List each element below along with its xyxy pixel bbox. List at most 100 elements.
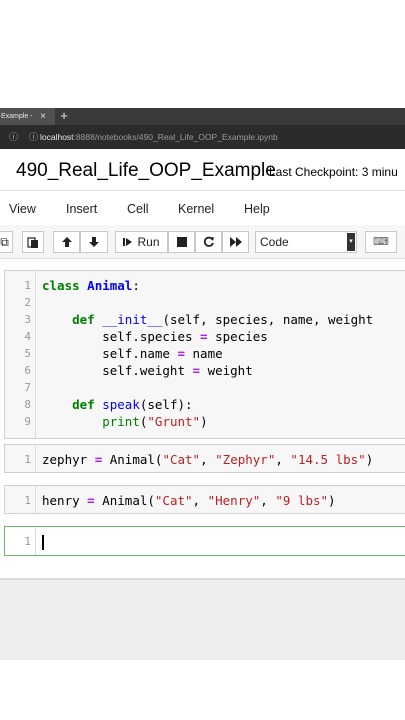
code-token: Animal(	[94, 493, 155, 508]
arrow-up-icon	[61, 237, 72, 247]
line-number: 8	[24, 398, 31, 411]
code-cell[interactable]: 1 2 3 4 5 6 7 8 9 class Animal: def __init__(self…	[4, 270, 405, 439]
code-token: "Zephyr"	[215, 452, 276, 467]
command-palette-button[interactable]: ⌨	[365, 231, 397, 253]
code-token: name	[185, 346, 223, 361]
run-button-label: Run	[137, 235, 160, 249]
stop-icon	[176, 237, 187, 247]
info-icon[interactable]: ⓘ	[9, 131, 19, 143]
restart-icon	[203, 236, 214, 247]
new-tab-icon[interactable]: +	[58, 108, 70, 125]
code-token: "Cat"	[154, 493, 193, 508]
line-number: 1	[24, 494, 31, 507]
code-token: zephyr	[42, 452, 95, 467]
code-cell[interactable]: 1 zephyr = Animal("Cat", "Zephyr", "14.5 …	[4, 444, 405, 473]
code-token: (self):	[139, 397, 193, 412]
code-token: =	[87, 493, 95, 508]
page-footer-area	[0, 660, 405, 720]
code-token: "14.5 lbs"	[290, 452, 366, 467]
checkpoint-status: Last Checkpoint: 3 minu	[269, 165, 398, 179]
paste-button[interactable]	[22, 231, 44, 253]
line-number: 7	[24, 381, 31, 394]
code-token: "Cat"	[162, 452, 201, 467]
code-token: )	[365, 452, 374, 467]
code-token: )	[200, 414, 208, 429]
line-number: 1	[24, 279, 31, 292]
code-token: species	[207, 329, 268, 344]
line-number: 3	[24, 313, 31, 326]
cell-type-select[interactable]: Code	[255, 231, 357, 253]
site-info-icon[interactable]: ⓘ	[29, 131, 39, 143]
notebook-title[interactable]: 490_Real_Life_OOP_Example	[16, 160, 276, 182]
menu-kernel[interactable]: Kernel	[178, 202, 214, 216]
code-token: (self, species, name, weight	[162, 312, 374, 327]
line-number: 5	[24, 347, 31, 360]
keyboard-icon: ⌨	[373, 236, 389, 248]
code-line[interactable]: print("Grunt")	[42, 413, 208, 430]
code-token: ,	[192, 493, 208, 508]
code-line[interactable]: def speak(self):	[42, 396, 193, 413]
cell-line-gutter: 1	[5, 486, 36, 513]
restart-button[interactable]	[195, 231, 222, 253]
code-line[interactable]: class Animal:	[42, 277, 140, 294]
code-token: weight	[200, 363, 253, 378]
menu-cell[interactable]: Cell	[127, 202, 149, 216]
code-line[interactable]: def __init__(self, species, name, weight	[42, 311, 373, 328]
paste-icon	[27, 237, 38, 248]
url-path: :8888/notebooks/490_Real_Life_OOP_Exampl…	[73, 132, 278, 142]
code-line[interactable]: henry = Animal("Cat", "Henry", "9 lbs")	[42, 492, 336, 509]
code-cell[interactable]: 1 henry = Animal("Cat", "Henry", "9 lbs")	[4, 485, 405, 514]
code-token: def	[72, 397, 95, 412]
code-cell-active[interactable]: 1	[4, 526, 405, 556]
code-token: Animal(	[102, 452, 163, 467]
code-token: "Grunt"	[147, 414, 201, 429]
code-line[interactable]	[42, 533, 44, 550]
line-number: 4	[24, 330, 31, 343]
move-up-button[interactable]	[53, 231, 80, 253]
code-token: speak	[102, 397, 140, 412]
line-number: 9	[24, 415, 31, 428]
code-token: self.name	[42, 346, 178, 361]
code-line[interactable]: zephyr = Animal("Cat", "Zephyr", "14.5 l…	[42, 451, 373, 468]
code-line[interactable]: self.weight = weight	[42, 362, 253, 379]
code-token: "Henry"	[207, 493, 261, 508]
notebook-bottom-edge	[0, 578, 405, 580]
url-text[interactable]: localhost:8888/notebooks/490_Real_Life_O…	[40, 125, 278, 149]
menu-help[interactable]: Help	[244, 202, 270, 216]
text-cursor	[42, 535, 44, 550]
cell-line-gutter: 1 2 3 4 5 6 7 8 9	[5, 271, 36, 438]
line-number: 1	[24, 535, 31, 548]
close-tab-icon[interactable]: ×	[38, 108, 48, 125]
code-token: self.weight	[42, 363, 193, 378]
copy-icon: ⧉	[0, 234, 9, 249]
code-token: ,	[275, 452, 291, 467]
run-button[interactable]: Run	[115, 231, 168, 253]
code-token: print	[102, 414, 140, 429]
menu-view[interactable]: View	[9, 202, 36, 216]
code-line[interactable]: self.name = name	[42, 345, 223, 362]
cell-line-gutter: 1	[5, 527, 36, 555]
code-token: =	[192, 363, 201, 378]
copy-button[interactable]: ⧉	[0, 231, 13, 253]
code-line[interactable]: self.species = species	[42, 328, 268, 345]
arrow-down-icon	[89, 237, 99, 247]
interrupt-button[interactable]	[168, 231, 195, 253]
fast-forward-icon	[229, 237, 242, 247]
code-token: self.species	[42, 329, 201, 344]
code-token: henry	[42, 493, 88, 508]
code-token: =	[200, 329, 208, 344]
code-token: ,	[200, 452, 216, 467]
move-down-button[interactable]	[80, 231, 108, 253]
restart-run-all-button[interactable]	[222, 231, 249, 253]
code-token: =	[177, 346, 185, 361]
code-token: )	[328, 493, 336, 508]
menu-insert[interactable]: Insert	[66, 202, 97, 216]
chevron-down-icon[interactable]: ▾	[347, 233, 355, 251]
code-token: __init__	[102, 312, 163, 327]
cell-line-gutter: 1	[5, 445, 36, 472]
code-token: :	[132, 278, 140, 293]
notebook-container: 1 2 3 4 5 6 7 8 9 class Animal: def __init__(self…	[0, 260, 405, 578]
line-number: 1	[24, 453, 31, 466]
